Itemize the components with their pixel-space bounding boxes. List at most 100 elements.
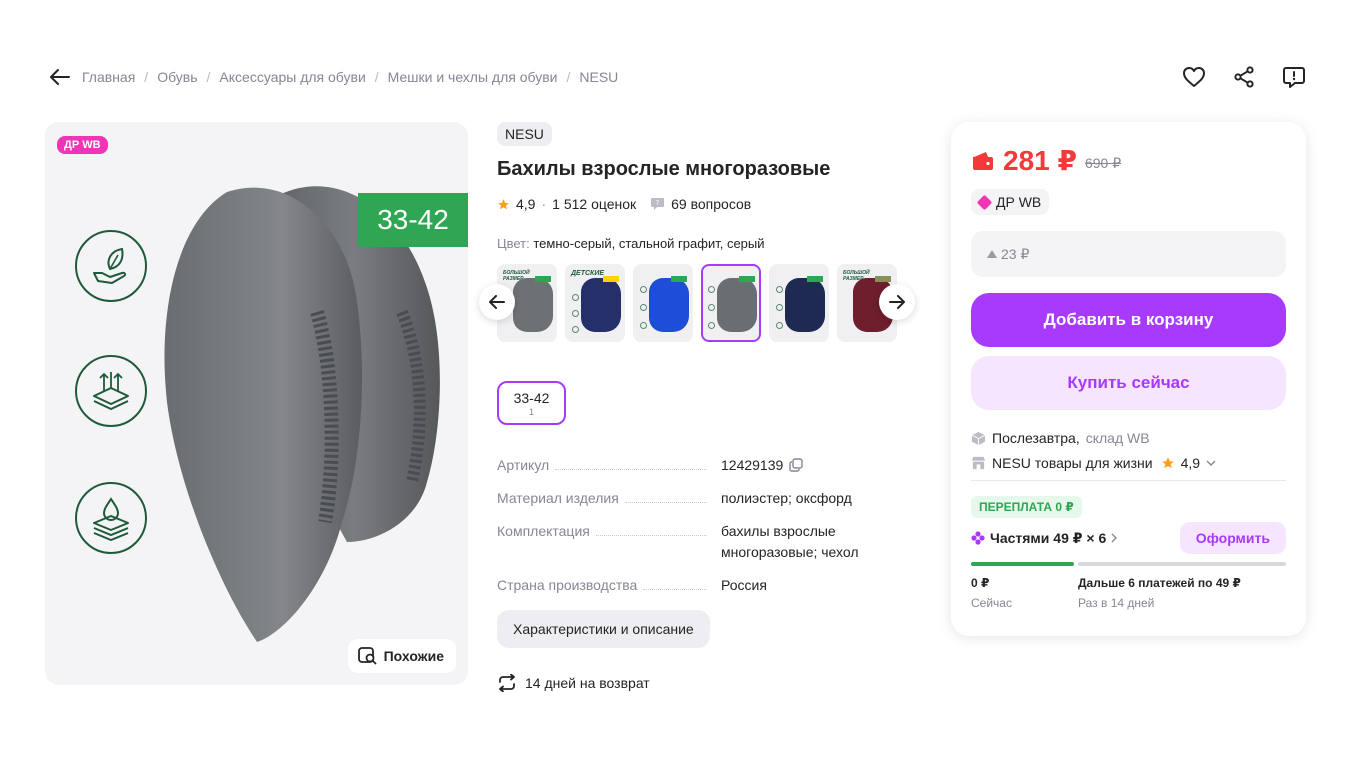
current-price: 281 ₽ [1003, 145, 1077, 176]
spec-key-wrap: Артикул [497, 455, 721, 476]
breadcrumb-item[interactable]: Мешки и чехлы для обуви [388, 69, 558, 85]
back-arrow-icon[interactable] [48, 65, 72, 89]
checkout-installments-button[interactable]: Оформить [1179, 522, 1286, 554]
questions-link[interactable]: ? 69 вопросов [650, 196, 751, 212]
payment-schedule: 0 ₽ Сейчас Дальше 6 платежей по 49 ₽ Раз… [971, 576, 1286, 610]
color-value: темно-серый, стальной графит, серый [533, 236, 765, 251]
report-icon[interactable] [1280, 63, 1308, 91]
thumb-feature-icon [776, 304, 783, 311]
spec-value-wrap: 12429139 [721, 455, 922, 476]
thumb-feature-icon [572, 326, 579, 333]
star-icon [498, 198, 509, 209]
breathable-fabric-icon [75, 355, 147, 427]
pay-now-label: Сейчас [971, 596, 1012, 610]
thumb-size-tag [807, 276, 823, 282]
thumb-feature-icon [640, 286, 647, 293]
spec-key: Страна производства [497, 575, 644, 596]
pay-now: 0 ₽ Сейчас [971, 576, 1078, 610]
diamond-icon [976, 194, 993, 210]
return-policy: 14 дней на возврат [497, 674, 922, 692]
thumb-image [785, 278, 825, 332]
spec-key-wrap: Материал изделия [497, 488, 721, 509]
breadcrumb-separator: / [144, 69, 149, 85]
dr-wb-badge: ДР WB [57, 136, 108, 154]
color-thumb[interactable]: ДЕТСКИЕ [565, 264, 625, 342]
spec-row: Комплектация бахилы взрослые многоразовы… [497, 521, 922, 563]
pay-later: Дальше 6 платежей по 49 ₽ Раз в 14 дней [1078, 576, 1241, 610]
pay-later-label: Раз в 14 дней [1078, 596, 1155, 610]
thumb-feature-icon [708, 286, 715, 293]
rating-value: 4,9 [516, 196, 536, 212]
spec-row: Страна производства Россия [497, 575, 922, 596]
chevron-right-icon [1111, 533, 1118, 543]
copy-icon[interactable] [789, 458, 803, 472]
size-count: 1 [528, 406, 534, 417]
share-icon[interactable] [1230, 63, 1258, 91]
seller-row[interactable]: NESU товары для жизни 4,9 [971, 455, 1286, 471]
thumbs-next-arrow-icon[interactable] [879, 284, 915, 320]
dr-wb-label: ДР WB [996, 194, 1042, 210]
star-icon [1161, 457, 1174, 469]
delivery-row: Послезавтра, склад WB [971, 430, 1286, 446]
size-option-selected[interactable]: 33-42 1 [497, 381, 566, 425]
thumb-feature-icon [708, 304, 715, 311]
color-thumb[interactable] [633, 264, 693, 342]
thumbs-prev-arrow-icon[interactable] [479, 284, 515, 320]
thumb-feature-icon [776, 322, 783, 329]
return-text: 14 дней на возврат [525, 675, 650, 691]
breadcrumb-item[interactable]: Обувь [157, 69, 197, 85]
thumb-feature-icon [640, 304, 647, 311]
pay-later-amount: Дальше 6 платежей по 49 ₽ [1078, 576, 1241, 590]
questions-count: 69 вопросов [671, 196, 752, 212]
return-arrows-icon [499, 674, 515, 692]
shop-icon [971, 456, 986, 470]
wallet-discount-box[interactable]: 23 ₽ [971, 231, 1286, 277]
installments-row: Частями 49 ₽ × 6 Оформить [971, 522, 1286, 554]
dr-wb-pill[interactable]: ДР WB [971, 189, 1050, 215]
thumb-size-tag [603, 276, 619, 282]
spec-key-wrap: Страна производства [497, 575, 721, 596]
thumb-feature-icon [640, 322, 647, 329]
buy-now-button[interactable]: Купить сейчас [971, 356, 1286, 410]
spec-key: Артикул [497, 455, 556, 476]
spec-value: полиэстер; оксфорд [721, 490, 852, 506]
delivery-info: Послезавтра, склад WB NESU товары для жи… [971, 430, 1286, 471]
color-thumb[interactable] [769, 264, 829, 342]
reviews-count[interactable]: 1 512 оценок [552, 196, 636, 212]
size-value: 33-42 [513, 389, 550, 406]
similar-button[interactable]: Похожие [347, 639, 456, 673]
top-bar: Главная / Обувь / Аксессуары для обуви /… [48, 62, 1308, 92]
heart-icon[interactable] [1180, 63, 1208, 91]
spec-value: бахилы взрослые многоразовые; чехол [721, 523, 859, 560]
overpay-badge: ПЕРЕПЛАТА 0 ₽ [971, 496, 1082, 518]
breadcrumb-separator: / [206, 69, 211, 85]
breadcrumb-item[interactable]: Аксессуары для обуви [219, 69, 365, 85]
dot-separator: · [541, 196, 547, 212]
warehouse: склад WB [1085, 430, 1150, 446]
triangle-up-icon [987, 250, 997, 258]
thumbs-track: БОЛЬШОЙ РАЗМЕР ДЕТСКИЕ БОЛЬШОЙ РАЗМЕР [497, 263, 897, 343]
color-thumbnails: БОЛЬШОЙ РАЗМЕР ДЕТСКИЕ БОЛЬШОЙ РАЗМЕР [479, 263, 922, 343]
installments-text: Частями 49 ₽ × 6 [990, 529, 1107, 546]
thumb-feature-icon [708, 322, 715, 329]
thumb-image [581, 278, 621, 332]
chevron-down-icon [1206, 460, 1216, 466]
progress-later [1078, 562, 1286, 566]
characteristics-button[interactable]: Характеристики и описание [497, 610, 710, 648]
color-thumb-selected[interactable] [701, 264, 761, 342]
breadcrumb-item[interactable]: Главная [82, 69, 135, 85]
pay-now-amount: 0 ₽ [971, 576, 990, 590]
product-gallery[interactable]: ДР WB 33-42 Похожие [45, 122, 468, 685]
brand-chip[interactable]: NESU [497, 122, 552, 146]
similar-label: Похожие [383, 648, 444, 664]
installments-link[interactable]: Частями 49 ₽ × 6 [971, 530, 1118, 547]
thumb-label: ДЕТСКИЕ [571, 270, 605, 277]
breadcrumb-item[interactable]: NESU [579, 69, 618, 85]
price-row: 281 ₽ 690 ₽ [971, 144, 1286, 177]
color-label: Цвет: [497, 236, 530, 251]
delivery-date: Послезавтра, [992, 430, 1080, 446]
rating-row: 4,9 · 1 512 оценок ? 69 вопросов [497, 196, 922, 212]
wallet-discount: 23 ₽ [1001, 245, 1030, 262]
add-to-cart-button[interactable]: Добавить в корзину [971, 293, 1286, 347]
thumb-image [717, 278, 757, 332]
